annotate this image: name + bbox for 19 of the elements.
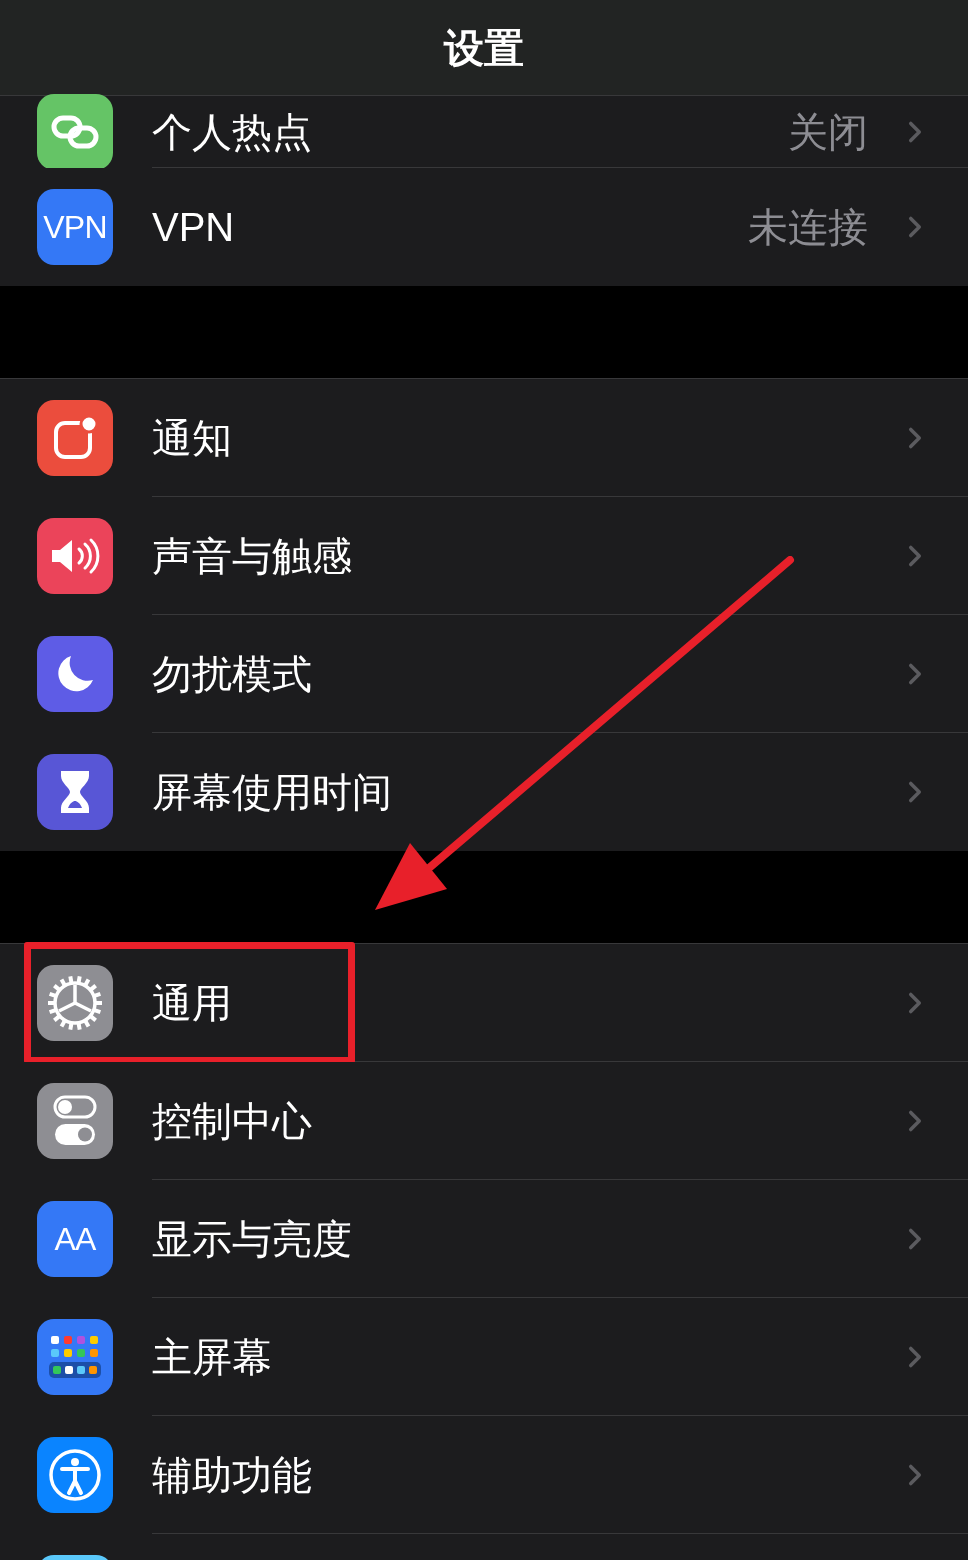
- setting-label[interactable]: 控制中心: [152, 1100, 312, 1141]
- icon-text: VPN: [43, 211, 107, 243]
- setting-label[interactable]: 勿扰模式: [152, 653, 312, 694]
- setting-label[interactable]: 通用: [152, 982, 232, 1023]
- setting-label[interactable]: 显示与亮度: [152, 1218, 352, 1259]
- setting-label[interactable]: 主屏幕: [152, 1336, 272, 1377]
- icon-text: AA: [54, 1223, 96, 1255]
- setting-label[interactable]: 通知: [152, 417, 232, 458]
- setting-label[interactable]: 屏幕使用时间: [152, 772, 392, 812]
- setting-label[interactable]: 声音与触感: [152, 535, 352, 576]
- accessibility-icon: [47, 1447, 103, 1503]
- gear-icon: [45, 973, 105, 1033]
- setting-label[interactable]: 个人热点: [152, 111, 312, 152]
- page-title: 设置: [444, 27, 524, 68]
- setting-label[interactable]: VPN: [152, 207, 235, 247]
- setting-label[interactable]: 辅助功能: [152, 1454, 312, 1495]
- toggles-icon: [52, 1094, 98, 1148]
- setting-value: 未连接: [748, 207, 868, 247]
- setting-value: 关闭: [788, 111, 868, 152]
